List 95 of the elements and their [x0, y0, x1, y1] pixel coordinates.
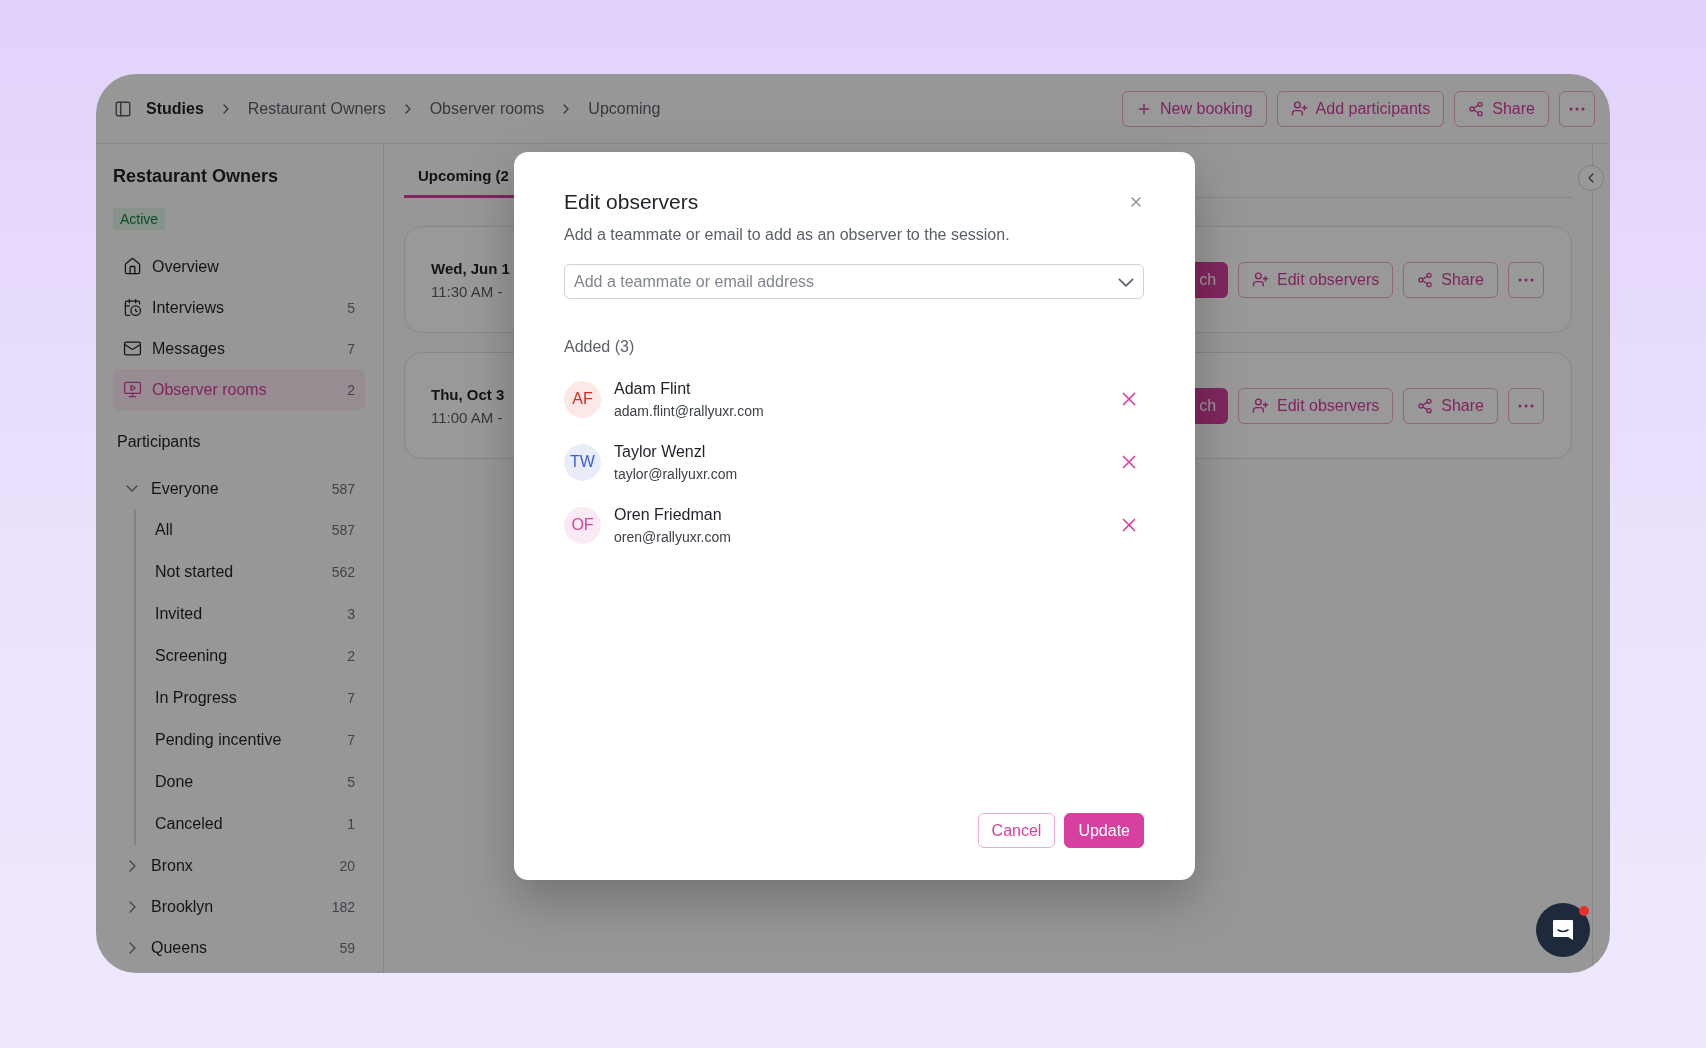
status-badge: Active [113, 208, 166, 230]
nav-item[interactable]: Overview [113, 246, 365, 287]
study-title: Restaurant Owners [113, 165, 280, 188]
observer-name: Oren Friedman [614, 505, 723, 524]
filter-label: Invited [155, 605, 204, 623]
session-date: Thu, Oct 3 [431, 385, 505, 403]
section-title: Participants [116, 432, 202, 452]
nav-count: 2 [347, 381, 355, 398]
session-time: 11:00 AM - [431, 408, 503, 426]
share-button[interactable]: Share [1403, 261, 1498, 298]
breadcrumb-link[interactable]: Observer rooms [429, 99, 545, 118]
group-count: 20 [339, 857, 355, 874]
calendar-icon [123, 298, 142, 317]
dialog-subtitle: Add a teammate or email to add as an observer to the session. [564, 225, 1011, 245]
breadcrumb-link[interactable]: Upcoming [588, 99, 661, 118]
avatar: TW [564, 443, 601, 481]
group-count: 182 [331, 898, 355, 915]
filter-item[interactable]: Canceled 1 [136, 803, 365, 845]
nav-label: Observer rooms [152, 380, 268, 399]
nav-label: Overview [152, 257, 220, 276]
mail-icon [123, 339, 142, 358]
share-icon [1468, 100, 1485, 117]
group-label: Bronx [151, 856, 194, 875]
user-add-icon [1252, 397, 1270, 414]
nav-count: 5 [347, 299, 355, 316]
nav-item[interactable]: Messages 7 [113, 328, 365, 369]
filter-label: All [155, 521, 174, 539]
filter-count: 1 [347, 816, 355, 832]
nav-count: 7 [347, 340, 355, 357]
nav-label: Interviews [152, 298, 226, 317]
filter-item[interactable]: In Progress 7 [136, 677, 365, 719]
avatar: AF [564, 380, 601, 418]
filter-label: Canceled [155, 815, 224, 833]
observer-email: oren@rallyuxr.com [614, 528, 732, 545]
observer-name: Taylor Wenzl [614, 442, 707, 461]
chevron-left-icon [1588, 173, 1594, 183]
more-icon [1518, 277, 1534, 282]
observer-name: Adam Flint [614, 379, 692, 398]
edit-observers-button[interactable]: Edit observers [1238, 387, 1394, 424]
new-booking-button[interactable]: New booking [1122, 90, 1267, 127]
share-button[interactable]: Share [1403, 387, 1498, 424]
add-participants-button[interactable]: Add participants [1276, 90, 1445, 127]
edit-observers-button[interactable]: Edit observers [1238, 261, 1394, 298]
filter-count: 7 [347, 690, 355, 706]
session-date: Wed, Jun 1 [431, 259, 510, 277]
chat-icon [1550, 917, 1576, 943]
group-item[interactable]: Brooklyn 182 [113, 886, 365, 927]
filter-item[interactable]: Done 5 [136, 761, 365, 803]
group-count: 59 [339, 939, 355, 956]
added-count: Added (3) [564, 337, 636, 357]
filter-count: 562 [331, 564, 355, 580]
share-button[interactable]: Share [1454, 90, 1549, 127]
filter-item[interactable]: Not started 562 [136, 551, 365, 593]
group-label: Queens [151, 938, 209, 957]
observer-email: adam.flint@rallyuxr.com [614, 402, 765, 419]
share-icon [1417, 397, 1434, 414]
observer-select[interactable]: Add a teammate or email address [564, 264, 1144, 299]
user-add-icon [1290, 100, 1308, 117]
group-count: 587 [331, 480, 355, 497]
filter-item[interactable]: All 587 [136, 509, 365, 551]
filter-count: 2 [347, 648, 355, 664]
filter-label: In Progress [155, 689, 238, 707]
filter-label: Done [155, 773, 195, 791]
filter-item[interactable]: Pending incentive 7 [136, 719, 365, 761]
home-icon [123, 257, 142, 276]
chevron-down-icon [1118, 278, 1134, 288]
session-time: 11:30 AM - [431, 282, 503, 300]
filter-count: 7 [347, 732, 355, 748]
filter-label: Pending incentive [155, 731, 283, 749]
filter-label: Screening [155, 647, 229, 665]
nav-item[interactable]: Interviews 5 [113, 287, 365, 328]
filter-count: 587 [331, 522, 355, 538]
nav-label: Messages [152, 339, 226, 358]
more-icon [1569, 106, 1585, 111]
group-item[interactable]: Bronx 20 [113, 845, 365, 886]
filter-count: 3 [347, 606, 355, 622]
avatar: OF [564, 506, 601, 544]
group-item[interactable]: Queens 59 [113, 927, 365, 968]
observer-email: taylor@rallyuxr.com [614, 465, 739, 482]
filter-item[interactable]: Invited 3 [136, 593, 365, 635]
filter-count: 5 [347, 774, 355, 790]
group-item[interactable]: Everyone 587 [113, 468, 365, 509]
breadcrumb-link[interactable]: Studies [146, 99, 204, 118]
share-icon [1417, 271, 1434, 288]
more-icon [1518, 403, 1534, 408]
update-button[interactable]: Update [1064, 813, 1144, 848]
group-label: Everyone [151, 479, 220, 498]
filter-item[interactable]: Screening 2 [136, 635, 365, 677]
filter-label: Not started [155, 563, 235, 581]
user-add-icon [1252, 271, 1270, 288]
cancel-button[interactable]: Cancel [977, 813, 1056, 848]
group-label: Brooklyn [151, 897, 215, 916]
sidebar-toggle-icon[interactable] [114, 99, 132, 118]
breadcrumb-link[interactable]: Restaurant Owners [247, 99, 386, 118]
monitor-icon [123, 380, 142, 399]
